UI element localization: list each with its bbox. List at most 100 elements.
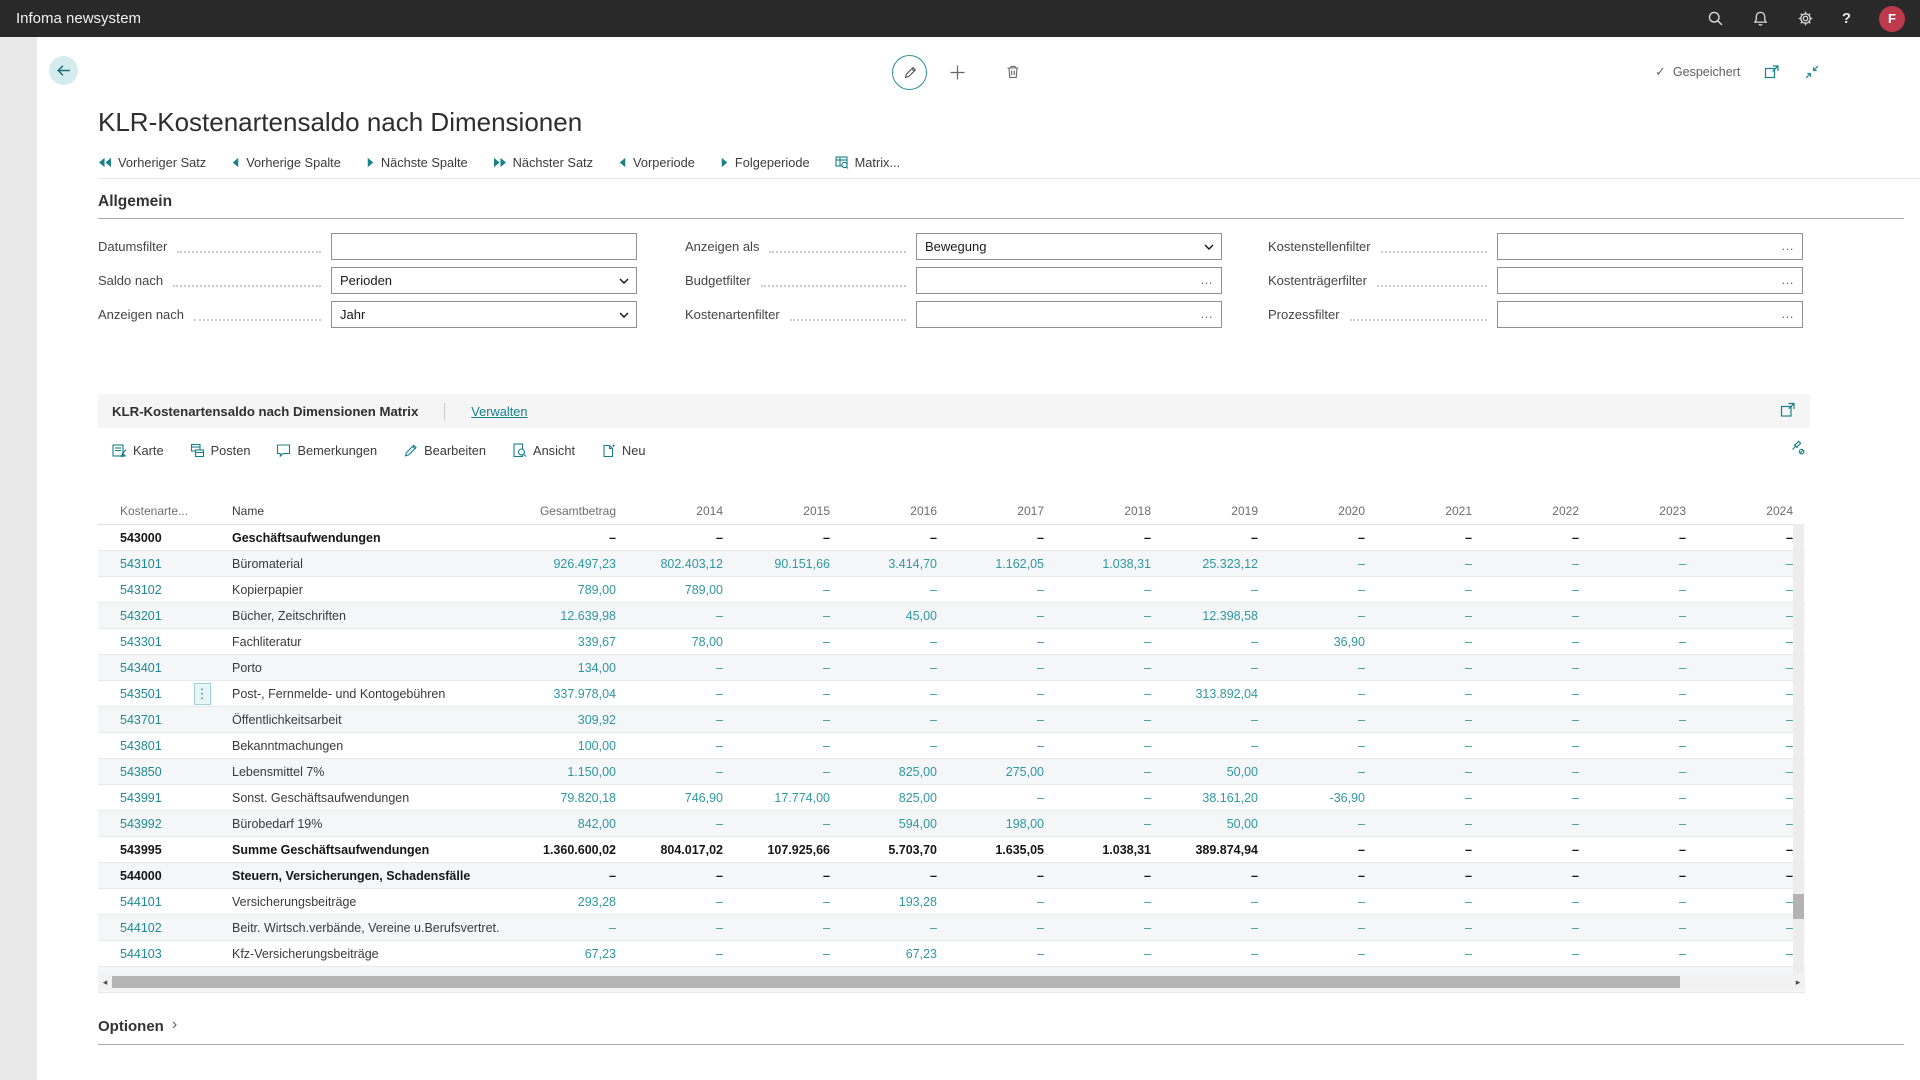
- cell-2019[interactable]: 50,00: [1161, 817, 1268, 831]
- cell-2018[interactable]: 1.038,31: [1054, 557, 1161, 571]
- cell-2014[interactable]: 789,00: [626, 583, 733, 597]
- row-code-link[interactable]: 544103: [98, 947, 188, 961]
- kostentraegerfilter-input[interactable]: …: [1497, 267, 1803, 294]
- cell-2017[interactable]: 275,00: [947, 765, 1054, 779]
- settings-gear-icon[interactable]: [1797, 10, 1814, 27]
- cell-gesamtbetrag[interactable]: 337.978,04: [506, 687, 626, 701]
- unpin-icon[interactable]: [1789, 439, 1805, 455]
- nav-naechster-satz[interactable]: Nächster Satz: [493, 155, 593, 170]
- row-code-link[interactable]: 543501: [98, 687, 188, 701]
- action-neu[interactable]: Neu: [601, 443, 645, 458]
- cell-gesamtbetrag[interactable]: 12.639,98: [506, 609, 626, 623]
- cell-2016[interactable]: 193,28: [840, 895, 947, 909]
- col-header-2022[interactable]: 2022: [1482, 504, 1589, 518]
- delete-button[interactable]: [1005, 64, 1021, 80]
- cell-gesamtbetrag[interactable]: 67,23: [506, 947, 626, 961]
- cell-2019[interactable]: 12.398,58: [1161, 609, 1268, 623]
- cell-gesamtbetrag[interactable]: 134,00: [506, 661, 626, 675]
- cell-2015[interactable]: 17.774,00: [733, 791, 840, 805]
- lookup-ellipsis-icon[interactable]: …: [1200, 306, 1214, 321]
- cell-gesamtbetrag[interactable]: 339,67: [506, 635, 626, 649]
- col-header-2018[interactable]: 2018: [1054, 504, 1161, 518]
- cell-2016[interactable]: 825,00: [840, 791, 947, 805]
- action-karte[interactable]: Karte: [112, 443, 164, 458]
- cell-gesamtbetrag[interactable]: 1.150,00: [506, 765, 626, 779]
- row-code-link[interactable]: 543401: [98, 661, 188, 675]
- cell-2020[interactable]: -36,90: [1268, 791, 1375, 805]
- col-header-name[interactable]: Name: [216, 504, 506, 518]
- cell-2016[interactable]: 594,00: [840, 817, 947, 831]
- datumsfilter-input[interactable]: [331, 233, 637, 260]
- col-header-2016[interactable]: 2016: [840, 504, 947, 518]
- nav-naechste-spalte[interactable]: Nächste Spalte: [366, 155, 468, 170]
- cell-2016[interactable]: 825,00: [840, 765, 947, 779]
- cell-2016[interactable]: 3.414,70: [840, 557, 947, 571]
- nav-folgeperiode[interactable]: Folgeperiode: [720, 155, 810, 170]
- scroll-left-arrow[interactable]: ◂: [98, 977, 112, 988]
- col-header-2024[interactable]: 2024: [1696, 504, 1803, 518]
- nav-matrix[interactable]: Matrix...: [835, 155, 901, 170]
- col-header-2020[interactable]: 2020: [1268, 504, 1375, 518]
- row-code-link[interactable]: 543850: [98, 765, 188, 779]
- row-context-menu[interactable]: ⋮: [194, 683, 211, 705]
- action-posten[interactable]: Posten: [190, 443, 251, 458]
- prozessfilter-input[interactable]: …: [1497, 301, 1803, 328]
- cell-2017[interactable]: 1.162,05: [947, 557, 1054, 571]
- cell-2014[interactable]: 78,00: [626, 635, 733, 649]
- col-header-2023[interactable]: 2023: [1589, 504, 1696, 518]
- cell-2020[interactable]: 36,90: [1268, 635, 1375, 649]
- row-code-link[interactable]: 543301: [98, 635, 188, 649]
- kostenstellenfilter-input[interactable]: …: [1497, 233, 1803, 260]
- action-bemerkungen[interactable]: Bemerkungen: [276, 443, 377, 458]
- cell-gesamtbetrag[interactable]: 926.497,23: [506, 557, 626, 571]
- open-in-new-window-icon[interactable]: [1764, 64, 1780, 80]
- notifications-bell-icon[interactable]: [1752, 10, 1769, 27]
- row-code-link[interactable]: 543701: [98, 713, 188, 727]
- lookup-ellipsis-icon[interactable]: …: [1200, 272, 1214, 287]
- cell-2014[interactable]: 802.403,12: [626, 557, 733, 571]
- options-section-toggle[interactable]: Optionen ›: [98, 1017, 177, 1035]
- add-button[interactable]: [949, 64, 966, 81]
- col-header-gesamtbetrag[interactable]: Gesamtbetrag: [506, 504, 626, 518]
- anzeigen-als-select[interactable]: Bewegung: [916, 233, 1222, 260]
- budgetfilter-input[interactable]: …: [916, 267, 1222, 294]
- anzeigen-nach-select[interactable]: Jahr: [331, 301, 637, 328]
- kostenartenfilter-input[interactable]: …: [916, 301, 1222, 328]
- cell-gesamtbetrag[interactable]: 79.820,18: [506, 791, 626, 805]
- lookup-ellipsis-icon[interactable]: …: [1781, 306, 1795, 321]
- nav-vorherige-spalte[interactable]: Vorherige Spalte: [231, 155, 341, 170]
- cell-gesamtbetrag[interactable]: 293,28: [506, 895, 626, 909]
- col-header-2017[interactable]: 2017: [947, 504, 1054, 518]
- col-header-2019[interactable]: 2019: [1161, 504, 1268, 518]
- lookup-ellipsis-icon[interactable]: …: [1781, 238, 1795, 253]
- cell-gesamtbetrag[interactable]: 789,00: [506, 583, 626, 597]
- col-header-kostenart[interactable]: Kostenarte...: [98, 504, 188, 518]
- action-bearbeiten[interactable]: Bearbeiten: [403, 443, 486, 458]
- cell-gesamtbetrag[interactable]: 842,00: [506, 817, 626, 831]
- row-code-link[interactable]: 543101: [98, 557, 188, 571]
- action-ansicht[interactable]: Ansicht: [512, 443, 575, 458]
- row-code-link[interactable]: 543992: [98, 817, 188, 831]
- col-header-2021[interactable]: 2021: [1375, 504, 1482, 518]
- user-avatar[interactable]: F: [1879, 6, 1905, 32]
- collapse-window-icon[interactable]: [1804, 64, 1820, 80]
- nav-vorheriger-satz[interactable]: Vorheriger Satz: [98, 155, 206, 170]
- cell-2015[interactable]: 90.151,66: [733, 557, 840, 571]
- edit-page-button[interactable]: [892, 55, 927, 90]
- cell-2019[interactable]: 38.161,20: [1161, 791, 1268, 805]
- row-code-link[interactable]: 544101: [98, 895, 188, 909]
- vertical-scrollbar-thumb[interactable]: [1793, 894, 1804, 919]
- search-icon[interactable]: [1707, 10, 1724, 27]
- cell-gesamtbetrag[interactable]: 100,00: [506, 739, 626, 753]
- cell-gesamtbetrag[interactable]: 309,92: [506, 713, 626, 727]
- manage-link[interactable]: Verwalten: [465, 403, 533, 420]
- cell-2019[interactable]: 313.892,04: [1161, 687, 1268, 701]
- cell-2016[interactable]: 67,23: [840, 947, 947, 961]
- cell-2016[interactable]: 45,00: [840, 609, 947, 623]
- cell-2014[interactable]: 746,90: [626, 791, 733, 805]
- nav-vorperiode[interactable]: Vorperiode: [618, 155, 695, 170]
- cell-2019[interactable]: 25.323,12: [1161, 557, 1268, 571]
- lookup-ellipsis-icon[interactable]: …: [1781, 272, 1795, 287]
- row-code-link[interactable]: 543102: [98, 583, 188, 597]
- col-header-2014[interactable]: 2014: [626, 504, 733, 518]
